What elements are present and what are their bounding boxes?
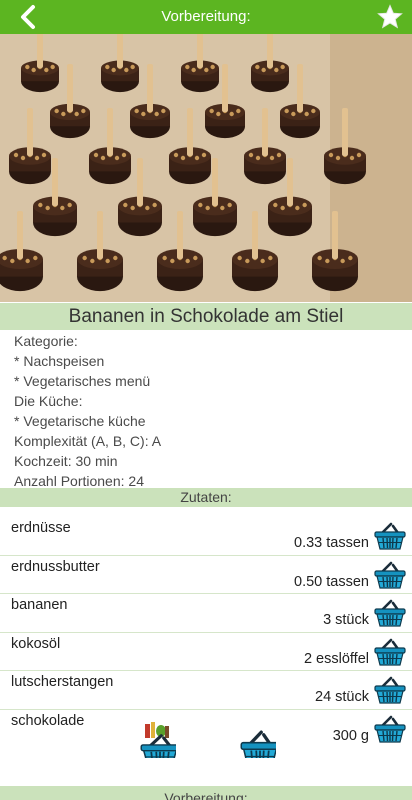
- info-line: * Vegetarisches menü: [14, 373, 151, 389]
- page-title: Vorbereitung:: [161, 8, 251, 25]
- ingredient-name: bananen: [11, 597, 68, 613]
- ingredients-list: erdnüsse 0.33 tassen erdnussbutter 0.50 …: [0, 517, 412, 748]
- info-line: * Vegetarische küche: [14, 413, 146, 429]
- recipe-info: Kategorie: * Nachspeisen * Vegetarisches…: [14, 331, 404, 491]
- ingredient-row: bananen 3 stück: [0, 594, 412, 633]
- ingredient-quantity: 3 stück: [323, 612, 369, 628]
- ingredient-quantity: 0.50 tassen: [294, 573, 369, 590]
- basket-icon[interactable]: [374, 561, 406, 589]
- ingredient-name: erdnüsse: [11, 520, 71, 536]
- basket-icon[interactable]: [374, 638, 406, 666]
- basket-icon[interactable]: [236, 720, 276, 758]
- ingredient-quantity: 2 esslöffel: [303, 650, 369, 667]
- info-line: * Nachspeisen: [14, 353, 105, 369]
- ingredient-row: lutscherstangen 24 stück: [0, 671, 412, 710]
- ingredient-row: erdnüsse 0.33 tassen: [0, 517, 412, 556]
- grocery-basket-icon[interactable]: [136, 720, 176, 758]
- ingredient-name: lutscherstangen: [11, 674, 114, 690]
- ingredients-header: Zutaten:: [0, 488, 412, 507]
- info-line: Kategorie:: [14, 333, 78, 349]
- recipe-title: Bananen in Schokolade am Stiel: [0, 303, 412, 330]
- preparation-header: Vorbereitung:: [0, 786, 412, 800]
- star-icon: [377, 4, 403, 29]
- top-bar: Vorbereitung:: [0, 0, 412, 34]
- ingredient-name: erdnussbutter: [11, 558, 100, 575]
- info-line: Komplexität (A, B, C): A: [14, 433, 162, 449]
- ingredient-row: kokosöl 2 esslöffel: [0, 633, 412, 671]
- info-line: Kochzeit: 30 min: [14, 453, 118, 469]
- recipe-photo: [0, 34, 412, 302]
- ingredient-name: kokosöl: [11, 635, 61, 652]
- ingredient-quantity: 0.33 tassen: [294, 535, 369, 551]
- info-line: Die Küche:: [14, 393, 83, 409]
- basket-icon[interactable]: [374, 676, 406, 704]
- basket-icon[interactable]: [374, 599, 406, 627]
- ingredient-quantity: 24 stück: [315, 689, 369, 705]
- ingredient-row: erdnussbutter 0.50 tassen: [0, 556, 412, 594]
- favorite-button[interactable]: [376, 3, 404, 31]
- bottom-actions: [0, 720, 412, 762]
- basket-icon[interactable]: [374, 522, 406, 550]
